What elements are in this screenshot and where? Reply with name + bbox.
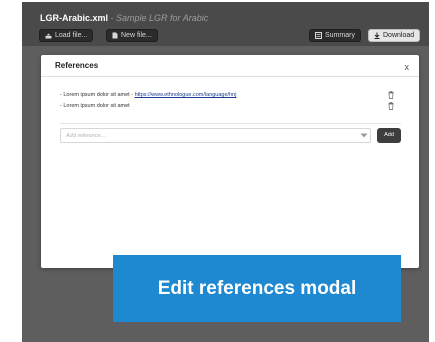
top-bar: LGR-Arabic.xml - Sample LGR for Arabic L… <box>22 2 429 46</box>
reference-item: - Lorem ipsum dolor sit amet - https://w… <box>60 90 394 101</box>
new-file-label: New file... <box>121 32 152 39</box>
download-label: Download <box>383 32 415 39</box>
reference-text: Lorem ipsum dolor sit amet <box>63 103 130 109</box>
references-modal: References x - Lorem ipsum dolor sit ame… <box>41 55 419 268</box>
reference-item: - Lorem ipsum dolor sit amet <box>60 101 394 112</box>
upload-icon <box>45 33 52 38</box>
chevron-down-icon[interactable] <box>360 133 368 138</box>
load-file-button[interactable]: Load file... <box>39 29 94 42</box>
load-file-label: Load file... <box>55 32 88 39</box>
summary-label: Summary <box>325 32 355 39</box>
caption-text: Edit references modal <box>157 277 357 299</box>
download-icon <box>374 32 380 39</box>
summary-button[interactable]: Summary <box>309 29 361 42</box>
caption-banner: Edit references modal <box>113 255 401 322</box>
add-reference-input[interactable] <box>60 128 371 143</box>
title-row: LGR-Arabic.xml - Sample LGR for Arabic <box>40 13 208 23</box>
modal-header-divider <box>41 76 419 77</box>
delete-reference-icon[interactable] <box>388 91 394 99</box>
reference-list: - Lorem ipsum dolor sit amet - https://w… <box>60 90 394 112</box>
reference-link[interactable]: https://www.ethnologue.com/language/hnj <box>135 92 237 98</box>
reference-text: Lorem ipsum dolor sit amet - <box>63 92 135 98</box>
new-file-icon <box>112 32 118 39</box>
close-button[interactable]: x <box>405 62 410 72</box>
file-description: Sample LGR for Arabic <box>116 13 209 23</box>
file-title: LGR-Arabic.xml <box>40 13 109 23</box>
title-separator: - <box>108 13 117 23</box>
list-divider <box>60 123 401 124</box>
delete-reference-icon[interactable] <box>388 102 394 110</box>
modal-title: References <box>55 61 99 70</box>
summary-icon <box>315 32 322 39</box>
add-reference-button[interactable]: Add <box>377 128 401 143</box>
download-button[interactable]: Download <box>368 29 421 42</box>
new-file-button[interactable]: New file... <box>106 29 158 42</box>
